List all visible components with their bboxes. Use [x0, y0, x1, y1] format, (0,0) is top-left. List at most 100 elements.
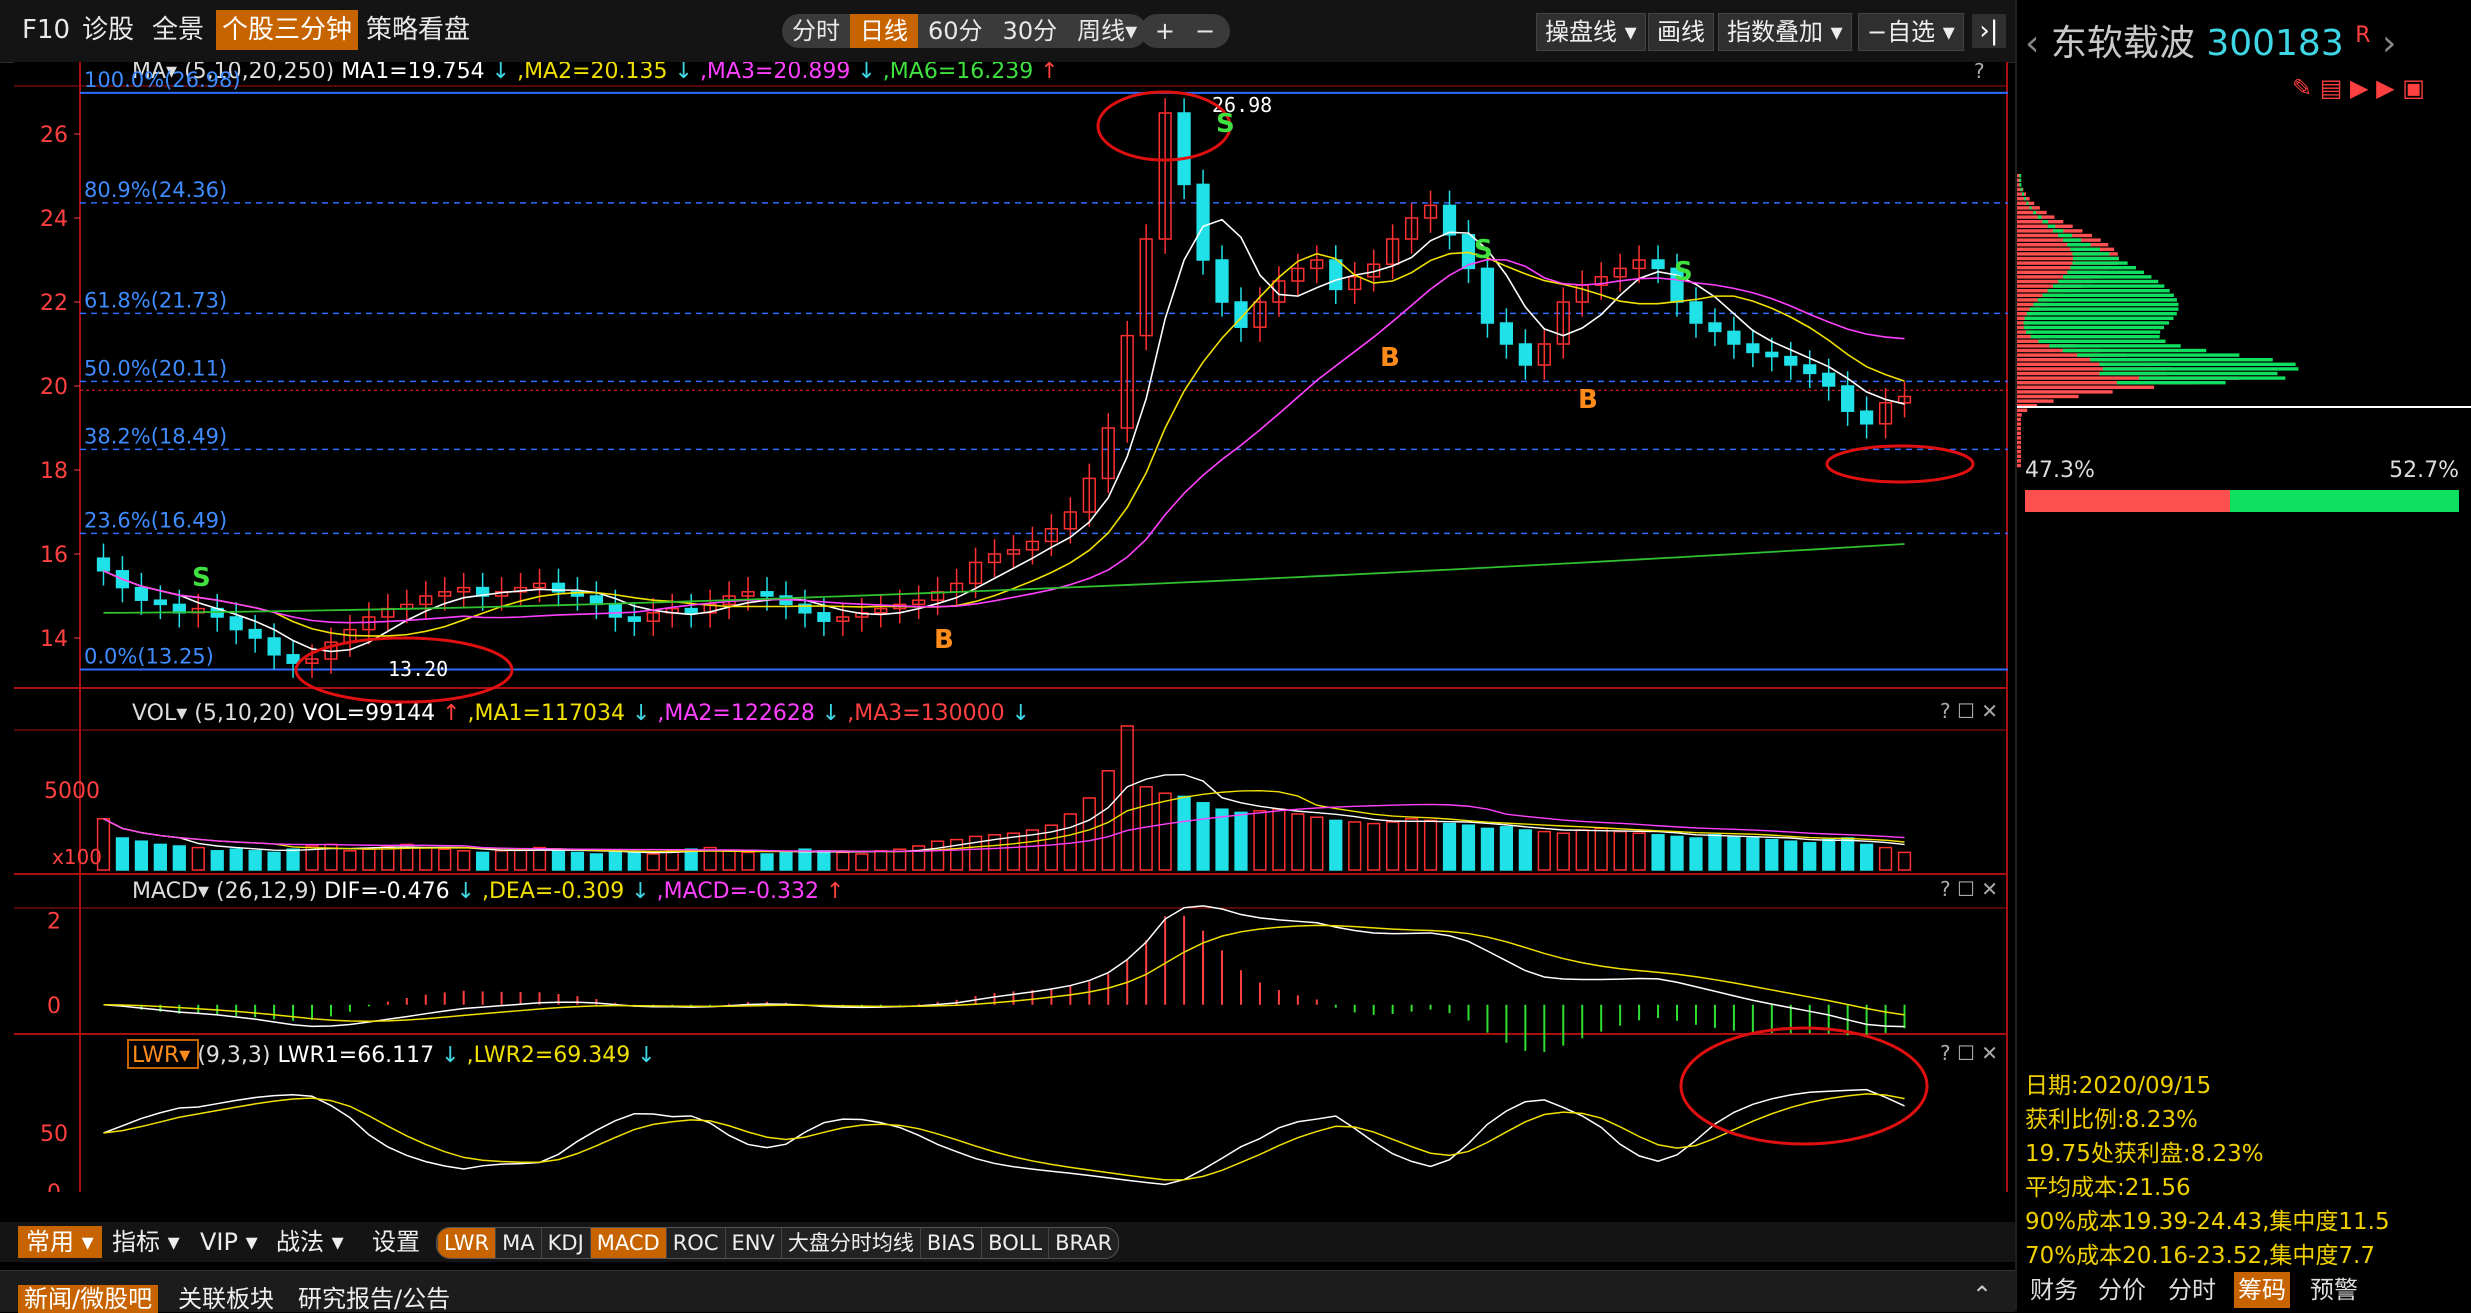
indicator-kdj[interactable]: KDJ	[540, 1228, 590, 1258]
fib-label: 0.0%(13.25)	[84, 645, 214, 669]
indicator-ma[interactable]: MA	[495, 1228, 540, 1258]
info-profit-at-price: 19.75处获利盘:8.23%	[2025, 1141, 2264, 1167]
stock-name: 东软载波	[2050, 23, 2195, 64]
help-icon[interactable]: ? ☐ ✕	[1940, 1041, 1998, 1065]
settings-button[interactable]: 设置	[372, 1226, 420, 1258]
indicator-env[interactable]: ENV	[724, 1228, 781, 1258]
stock-code: 300183	[2206, 23, 2344, 64]
indicator-bias[interactable]: BIAS	[919, 1228, 981, 1258]
period-intraday[interactable]: 分时	[782, 14, 850, 48]
help-icon[interactable]: ? ☐ ✕	[1940, 877, 1998, 901]
candle-body	[1841, 385, 1855, 412]
chip-bar-loss	[2017, 413, 2022, 417]
chip-bar-profit	[2099, 371, 2278, 376]
volume-bar	[210, 850, 224, 871]
strategy-button[interactable]: 策略看盘	[366, 10, 470, 50]
profit-bar	[2230, 490, 2459, 512]
candle-body	[1689, 301, 1703, 324]
volume-bar	[153, 843, 167, 871]
chip-bar-profit	[2020, 187, 2023, 192]
chip-tool-icons[interactable]: ✎ ▤ ▶ ▶ ▣	[2292, 74, 2425, 102]
volume-bar	[1499, 826, 1514, 871]
chip-bar-profit	[2037, 215, 2042, 219]
index-overlay-button[interactable]: 指数叠加 ▾	[1718, 13, 1852, 51]
back-arrow-icon[interactable]: ‹	[2025, 23, 2051, 64]
chip-bar-profit	[2099, 362, 2296, 366]
draw-line-button[interactable]: 画线	[1648, 13, 1714, 51]
tab-research-reports[interactable]: 研究报告/公告	[298, 1285, 450, 1313]
tab-intraday[interactable]: 分时	[2168, 1272, 2216, 1308]
candle-body	[1822, 372, 1836, 387]
tab-price-distribution[interactable]: 分价	[2098, 1272, 2146, 1308]
info-70-cost: 70%成本20.16-23.52,集中度7.7	[2025, 1243, 2375, 1269]
trading-line-button[interactable]: 操盘线 ▾	[1536, 13, 1646, 51]
tab-indicators[interactable]: 指标 ▾	[112, 1226, 180, 1258]
indicator-market-avg[interactable]: 大盘分时均线	[780, 1228, 920, 1258]
help-icon[interactable]: ? ☐ ✕	[1940, 699, 1998, 723]
chip-bar-profit	[2067, 243, 2091, 247]
chip-bar-profit	[2029, 206, 2032, 210]
candle-body	[1746, 343, 1760, 354]
volume-bar	[1859, 843, 1874, 871]
collapse-panel-icon[interactable]: ›|	[1972, 14, 2006, 48]
f10-button[interactable]: F10	[22, 10, 70, 50]
expand-news-icon[interactable]: ⌃	[1972, 1281, 1992, 1309]
tab-chips[interactable]: 筹码	[2234, 1272, 2290, 1308]
chip-bar-profit	[2023, 325, 2165, 330]
tab-vip[interactable]: VIP ▾	[200, 1226, 258, 1258]
chip-bar-profit	[2077, 353, 2240, 357]
forward-arrow-icon[interactable]: ›	[2382, 23, 2396, 64]
indicator-brar[interactable]: BRAR	[1048, 1228, 1118, 1258]
fullview-button[interactable]: 全景	[152, 10, 204, 50]
tab-finance[interactable]: 财务	[2030, 1272, 2078, 1308]
period-weekly[interactable]: 周线▾	[1067, 14, 1147, 48]
chip-bar-profit	[2073, 256, 2119, 261]
chip-distribution-chart	[2017, 174, 2471, 468]
chip-bar-loss	[2017, 238, 2101, 242]
volume-bar	[570, 851, 585, 871]
macd-tick-label: 0	[47, 994, 61, 1019]
chip-bar-loss	[2017, 427, 2021, 431]
chip-bar-profit	[2052, 229, 2064, 233]
chip-bar-profit	[2019, 183, 2022, 187]
help-icon[interactable]: ?	[1974, 62, 1985, 83]
period-30min[interactable]: 30分	[993, 14, 1068, 48]
loss-pct: 47.3%	[2025, 458, 2095, 483]
chip-bar-profit	[2058, 233, 2072, 238]
chip-bar-loss	[2017, 224, 2073, 228]
indicator-boll[interactable]: BOLL	[981, 1228, 1048, 1258]
period-daily[interactable]: 日线	[850, 14, 918, 48]
chip-bar-profit	[2029, 307, 2179, 311]
indicator-macd[interactable]: MACD	[589, 1228, 666, 1258]
low-price-annotation: 13.20	[388, 657, 448, 681]
tab-common[interactable]: 常用 ▾	[18, 1226, 102, 1258]
indicator-lwr[interactable]: LWR	[437, 1228, 496, 1258]
vol-header: VOL▾ (5,10,20) VOL=99144 ↑ ,MA1=117034 ↓…	[132, 701, 1030, 726]
tab-alerts[interactable]: 预警	[2310, 1272, 2358, 1308]
period-60min[interactable]: 60分	[918, 14, 993, 48]
volume-bar	[1708, 834, 1722, 871]
watchlist-button[interactable]: −自选 ▾	[1858, 13, 1964, 51]
volume-bar	[817, 850, 831, 871]
fib-label: 61.8%(21.73)	[84, 288, 227, 312]
tab-tactics[interactable]: 战法 ▾	[276, 1226, 344, 1258]
volume-bar	[760, 853, 774, 871]
tab-related-sectors[interactable]: 关联板块	[178, 1285, 274, 1313]
main-header: MA▾ (5,10,20,250) MA1=19.754 ↓ ,MA2=20.1…	[132, 62, 1059, 84]
chip-bar-profit	[2047, 289, 2170, 293]
lwr-header: LWR▾ (9,3,3) LWR1=66.117 ↓ ,LWR2=69.349 …	[132, 1043, 656, 1068]
diagnose-button[interactable]: 诊股	[82, 10, 134, 50]
tab-news[interactable]: 新闻/微股吧	[18, 1285, 159, 1313]
chip-bar-profit	[2063, 275, 2152, 279]
zoom-out-button[interactable]: −	[1185, 14, 1225, 48]
sell-signal: S	[1674, 257, 1693, 287]
price-tick-label: 20	[40, 375, 68, 400]
indicator-roc[interactable]: ROC	[665, 1228, 725, 1258]
candle-body	[608, 603, 622, 618]
volume-bar	[115, 837, 130, 871]
volume-bar	[267, 851, 281, 871]
chip-bar-profit	[2047, 224, 2056, 228]
tab-stock-three-minute[interactable]: 个股三分钟	[216, 10, 359, 50]
zoom-in-button[interactable]: +	[1145, 14, 1185, 48]
volume-bar	[1518, 829, 1532, 871]
